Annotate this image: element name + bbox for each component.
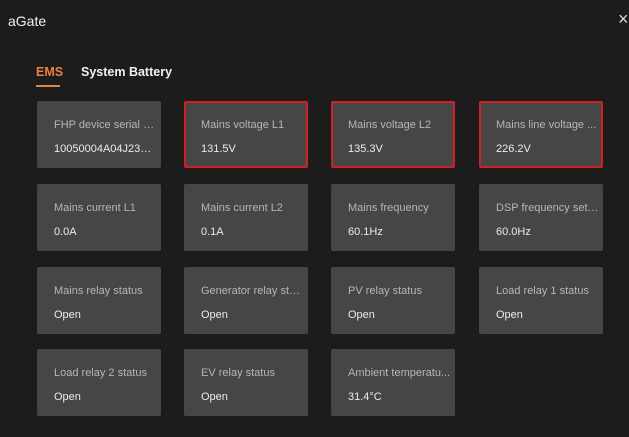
card-label: Mains voltage L2 (348, 119, 432, 131)
card-value: Open (201, 309, 228, 321)
card-label: FHP device serial n... (54, 119, 157, 131)
card-value: 60.0Hz (496, 226, 531, 238)
window-title: aGate (8, 13, 47, 29)
card-value: Open (496, 309, 523, 321)
card-mains-relay-status[interactable]: Mains relay status Open (37, 267, 161, 334)
card-label: DSP frequency setti... (496, 202, 599, 214)
card-pv-relay-status[interactable]: PV relay status Open (331, 267, 455, 334)
card-label: Mains current L1 (54, 202, 136, 214)
card-label: Mains frequency (348, 202, 429, 214)
card-label: Ambient temperatu... (348, 367, 451, 379)
tab-ems[interactable]: EMS (36, 65, 64, 87)
card-mains-line-voltage[interactable]: Mains line voltage ... 226.2V (479, 101, 603, 168)
card-label: PV relay status (348, 285, 422, 297)
card-label: Mains voltage L1 (201, 119, 285, 131)
card-label: Generator relay stat... (201, 285, 304, 297)
card-value: 60.1Hz (348, 226, 383, 238)
card-value: 0.1A (201, 226, 224, 238)
card-mains-current-l2[interactable]: Mains current L2 0.1A (184, 184, 308, 251)
card-mains-current-l1[interactable]: Mains current L1 0.0A (37, 184, 161, 251)
card-load-relay-2-status[interactable]: Load relay 2 status Open (37, 349, 161, 416)
card-label: Load relay 2 status (54, 367, 147, 379)
card-mains-voltage-l1[interactable]: Mains voltage L1 131.5V (184, 101, 308, 168)
card-label: Mains line voltage ... (496, 119, 597, 131)
close-icon[interactable]: × (618, 10, 629, 28)
card-value: 10050004A04J2307... (54, 143, 157, 155)
card-value: Open (54, 391, 81, 403)
active-tab-indicator (36, 85, 60, 87)
card-label: Load relay 1 status (496, 285, 589, 297)
card-value: Open (348, 309, 375, 321)
tab-ems-label: EMS (36, 65, 64, 79)
card-ambient-temperature[interactable]: Ambient temperatu... 31.4°C (331, 349, 455, 416)
card-value: 226.2V (496, 143, 531, 155)
card-mains-frequency[interactable]: Mains frequency 60.1Hz (331, 184, 455, 251)
tab-system-battery[interactable]: System Battery (81, 65, 172, 79)
card-value: 31.4°C (348, 391, 382, 403)
card-dsp-frequency-setting[interactable]: DSP frequency setti... 60.0Hz (479, 184, 603, 251)
card-label: Mains current L2 (201, 202, 283, 214)
card-ev-relay-status[interactable]: EV relay status Open (184, 349, 308, 416)
card-value: Open (54, 309, 81, 321)
card-generator-relay-status[interactable]: Generator relay stat... Open (184, 267, 308, 334)
card-label: EV relay status (201, 367, 275, 379)
card-fhp-device-serial[interactable]: FHP device serial n... 10050004A04J2307.… (37, 101, 161, 168)
card-value: Open (201, 391, 228, 403)
card-value: 0.0A (54, 226, 77, 238)
card-value: 135.3V (348, 143, 383, 155)
card-mains-voltage-l2[interactable]: Mains voltage L2 135.3V (331, 101, 455, 168)
card-label: Mains relay status (54, 285, 143, 297)
card-value: 131.5V (201, 143, 236, 155)
card-load-relay-1-status[interactable]: Load relay 1 status Open (479, 267, 603, 334)
